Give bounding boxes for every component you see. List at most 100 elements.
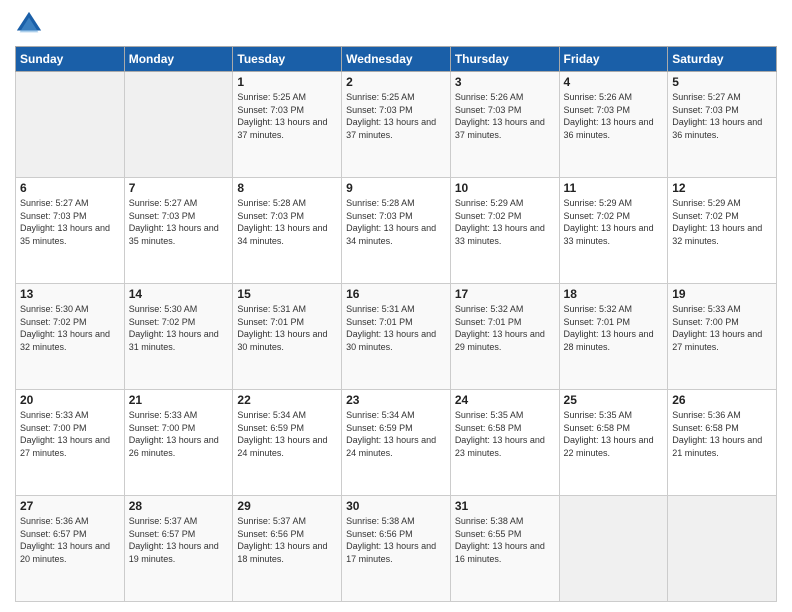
day-number: 29 — [237, 499, 337, 513]
weekday-header: Thursday — [450, 47, 559, 72]
day-number: 3 — [455, 75, 555, 89]
day-info: Sunrise: 5:27 AM Sunset: 7:03 PM Dayligh… — [672, 91, 772, 141]
day-number: 7 — [129, 181, 229, 195]
calendar-week-row: 1 Sunrise: 5:25 AM Sunset: 7:03 PM Daylig… — [16, 72, 777, 178]
calendar-cell: 31 Sunrise: 5:38 AM Sunset: 6:55 PM Dayli… — [450, 496, 559, 602]
day-number: 21 — [129, 393, 229, 407]
calendar-cell: 16 Sunrise: 5:31 AM Sunset: 7:01 PM Dayli… — [342, 284, 451, 390]
weekday-header: Monday — [124, 47, 233, 72]
day-info: Sunrise: 5:26 AM Sunset: 7:03 PM Dayligh… — [564, 91, 664, 141]
day-info: Sunrise: 5:34 AM Sunset: 6:59 PM Dayligh… — [237, 409, 337, 459]
day-info: Sunrise: 5:37 AM Sunset: 6:56 PM Dayligh… — [237, 515, 337, 565]
calendar-cell: 1 Sunrise: 5:25 AM Sunset: 7:03 PM Daylig… — [233, 72, 342, 178]
calendar-cell: 4 Sunrise: 5:26 AM Sunset: 7:03 PM Daylig… — [559, 72, 668, 178]
day-info: Sunrise: 5:25 AM Sunset: 7:03 PM Dayligh… — [237, 91, 337, 141]
weekday-header: Saturday — [668, 47, 777, 72]
day-info: Sunrise: 5:32 AM Sunset: 7:01 PM Dayligh… — [455, 303, 555, 353]
weekday-row: SundayMondayTuesdayWednesdayThursdayFrid… — [16, 47, 777, 72]
calendar-cell: 23 Sunrise: 5:34 AM Sunset: 6:59 PM Dayli… — [342, 390, 451, 496]
day-number: 8 — [237, 181, 337, 195]
day-info: Sunrise: 5:30 AM Sunset: 7:02 PM Dayligh… — [129, 303, 229, 353]
calendar-cell: 21 Sunrise: 5:33 AM Sunset: 7:00 PM Dayli… — [124, 390, 233, 496]
day-number: 13 — [20, 287, 120, 301]
day-number: 20 — [20, 393, 120, 407]
day-number: 16 — [346, 287, 446, 301]
day-info: Sunrise: 5:33 AM Sunset: 7:00 PM Dayligh… — [20, 409, 120, 459]
calendar-cell: 22 Sunrise: 5:34 AM Sunset: 6:59 PM Dayli… — [233, 390, 342, 496]
day-number: 22 — [237, 393, 337, 407]
day-number: 18 — [564, 287, 664, 301]
day-info: Sunrise: 5:28 AM Sunset: 7:03 PM Dayligh… — [346, 197, 446, 247]
weekday-header: Wednesday — [342, 47, 451, 72]
header — [15, 10, 777, 38]
day-number: 27 — [20, 499, 120, 513]
day-number: 26 — [672, 393, 772, 407]
calendar-cell: 3 Sunrise: 5:26 AM Sunset: 7:03 PM Daylig… — [450, 72, 559, 178]
day-info: Sunrise: 5:29 AM Sunset: 7:02 PM Dayligh… — [672, 197, 772, 247]
calendar-cell: 25 Sunrise: 5:35 AM Sunset: 6:58 PM Dayli… — [559, 390, 668, 496]
day-info: Sunrise: 5:30 AM Sunset: 7:02 PM Dayligh… — [20, 303, 120, 353]
day-number: 30 — [346, 499, 446, 513]
calendar: SundayMondayTuesdayWednesdayThursdayFrid… — [15, 46, 777, 602]
day-info: Sunrise: 5:27 AM Sunset: 7:03 PM Dayligh… — [129, 197, 229, 247]
calendar-cell: 29 Sunrise: 5:37 AM Sunset: 6:56 PM Dayli… — [233, 496, 342, 602]
day-number: 28 — [129, 499, 229, 513]
day-number: 2 — [346, 75, 446, 89]
calendar-cell: 9 Sunrise: 5:28 AM Sunset: 7:03 PM Daylig… — [342, 178, 451, 284]
day-info: Sunrise: 5:29 AM Sunset: 7:02 PM Dayligh… — [564, 197, 664, 247]
day-info: Sunrise: 5:26 AM Sunset: 7:03 PM Dayligh… — [455, 91, 555, 141]
day-number: 12 — [672, 181, 772, 195]
calendar-cell: 11Sunrise: 5:29 AM Sunset: 7:02 PM Dayli… — [559, 178, 668, 284]
calendar-cell — [559, 496, 668, 602]
calendar-cell: 17Sunrise: 5:32 AM Sunset: 7:01 PM Dayli… — [450, 284, 559, 390]
day-info: Sunrise: 5:31 AM Sunset: 7:01 PM Dayligh… — [346, 303, 446, 353]
calendar-cell: 13 Sunrise: 5:30 AM Sunset: 7:02 PM Dayli… — [16, 284, 125, 390]
day-info: Sunrise: 5:36 AM Sunset: 6:57 PM Dayligh… — [20, 515, 120, 565]
calendar-week-row: 27 Sunrise: 5:36 AM Sunset: 6:57 PM Dayli… — [16, 496, 777, 602]
calendar-cell: 27 Sunrise: 5:36 AM Sunset: 6:57 PM Dayli… — [16, 496, 125, 602]
day-info: Sunrise: 5:32 AM Sunset: 7:01 PM Dayligh… — [564, 303, 664, 353]
weekday-header: Tuesday — [233, 47, 342, 72]
day-info: Sunrise: 5:38 AM Sunset: 6:56 PM Dayligh… — [346, 515, 446, 565]
logo-icon — [15, 10, 43, 38]
weekday-header: Friday — [559, 47, 668, 72]
day-info: Sunrise: 5:33 AM Sunset: 7:00 PM Dayligh… — [129, 409, 229, 459]
day-info: Sunrise: 5:38 AM Sunset: 6:55 PM Dayligh… — [455, 515, 555, 565]
day-number: 9 — [346, 181, 446, 195]
day-number: 19 — [672, 287, 772, 301]
logo — [15, 10, 47, 38]
calendar-cell: 14Sunrise: 5:30 AM Sunset: 7:02 PM Dayli… — [124, 284, 233, 390]
calendar-cell: 5Sunrise: 5:27 AM Sunset: 7:03 PM Daylig… — [668, 72, 777, 178]
calendar-cell — [16, 72, 125, 178]
day-info: Sunrise: 5:35 AM Sunset: 6:58 PM Dayligh… — [564, 409, 664, 459]
calendar-header: SundayMondayTuesdayWednesdayThursdayFrid… — [16, 47, 777, 72]
calendar-body: 1 Sunrise: 5:25 AM Sunset: 7:03 PM Daylig… — [16, 72, 777, 602]
calendar-cell — [668, 496, 777, 602]
calendar-cell: 8 Sunrise: 5:28 AM Sunset: 7:03 PM Daylig… — [233, 178, 342, 284]
calendar-cell: 10Sunrise: 5:29 AM Sunset: 7:02 PM Dayli… — [450, 178, 559, 284]
page: SundayMondayTuesdayWednesdayThursdayFrid… — [0, 0, 792, 612]
calendar-cell: 7 Sunrise: 5:27 AM Sunset: 7:03 PM Daylig… — [124, 178, 233, 284]
calendar-cell: 15Sunrise: 5:31 AM Sunset: 7:01 PM Dayli… — [233, 284, 342, 390]
day-number: 1 — [237, 75, 337, 89]
day-number: 25 — [564, 393, 664, 407]
calendar-cell — [124, 72, 233, 178]
calendar-cell: 26 Sunrise: 5:36 AM Sunset: 6:58 PM Dayli… — [668, 390, 777, 496]
calendar-week-row: 20 Sunrise: 5:33 AM Sunset: 7:00 PM Dayli… — [16, 390, 777, 496]
day-info: Sunrise: 5:33 AM Sunset: 7:00 PM Dayligh… — [672, 303, 772, 353]
day-info: Sunrise: 5:34 AM Sunset: 6:59 PM Dayligh… — [346, 409, 446, 459]
day-number: 15 — [237, 287, 337, 301]
calendar-week-row: 13 Sunrise: 5:30 AM Sunset: 7:02 PM Dayli… — [16, 284, 777, 390]
day-info: Sunrise: 5:35 AM Sunset: 6:58 PM Dayligh… — [455, 409, 555, 459]
day-number: 31 — [455, 499, 555, 513]
day-info: Sunrise: 5:36 AM Sunset: 6:58 PM Dayligh… — [672, 409, 772, 459]
calendar-cell: 28 Sunrise: 5:37 AM Sunset: 6:57 PM Dayli… — [124, 496, 233, 602]
calendar-cell: 20 Sunrise: 5:33 AM Sunset: 7:00 PM Dayli… — [16, 390, 125, 496]
day-info: Sunrise: 5:28 AM Sunset: 7:03 PM Dayligh… — [237, 197, 337, 247]
day-number: 23 — [346, 393, 446, 407]
day-info: Sunrise: 5:29 AM Sunset: 7:02 PM Dayligh… — [455, 197, 555, 247]
day-info: Sunrise: 5:37 AM Sunset: 6:57 PM Dayligh… — [129, 515, 229, 565]
day-number: 4 — [564, 75, 664, 89]
calendar-cell: 12 Sunrise: 5:29 AM Sunset: 7:02 PM Dayli… — [668, 178, 777, 284]
calendar-week-row: 6Sunrise: 5:27 AM Sunset: 7:03 PM Daylig… — [16, 178, 777, 284]
